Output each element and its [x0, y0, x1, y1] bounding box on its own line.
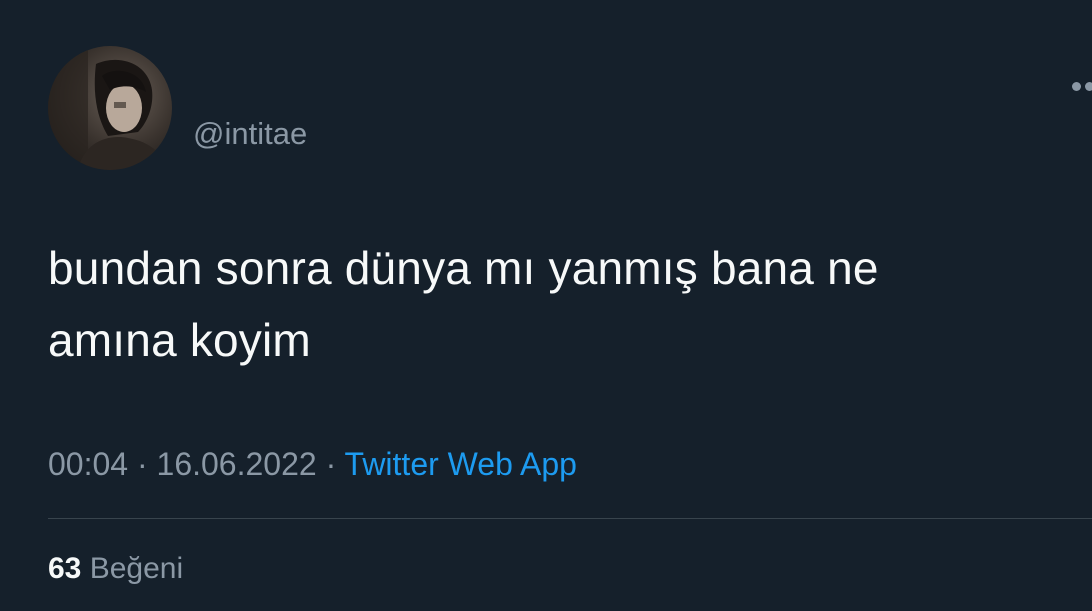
tweet-card: @intitae bundan sonra dünya mı yanmış ba…: [0, 0, 1092, 611]
divider: [48, 518, 1092, 519]
meta-separator: ·: [128, 446, 157, 482]
user-handle[interactable]: @intitae: [193, 114, 307, 154]
tweet-source-link[interactable]: Twitter Web App: [345, 446, 577, 482]
likes-label: Beğeni: [89, 552, 184, 585]
more-dots-icon[interactable]: [1072, 82, 1092, 96]
avatar-image: [48, 46, 172, 170]
tweet-meta: 00:04 · 16.06.2022 · Twitter Web App: [48, 444, 577, 484]
tweet-date[interactable]: 16.06.2022: [157, 446, 317, 482]
tweet-text-line: bundan sonra dünya mı yanmış bana ne: [48, 242, 879, 294]
likes-stat[interactable]: 63 Beğeni: [48, 550, 183, 588]
avatar[interactable]: [48, 46, 172, 170]
tweet-time[interactable]: 00:04: [48, 446, 128, 482]
meta-separator: ·: [316, 446, 345, 482]
likes-count: 63: [48, 552, 82, 585]
tweet-text: bundan sonra dünya mı yanmış bana ne amı…: [48, 232, 1048, 376]
tweet-text-line: amına koyim: [48, 314, 311, 366]
